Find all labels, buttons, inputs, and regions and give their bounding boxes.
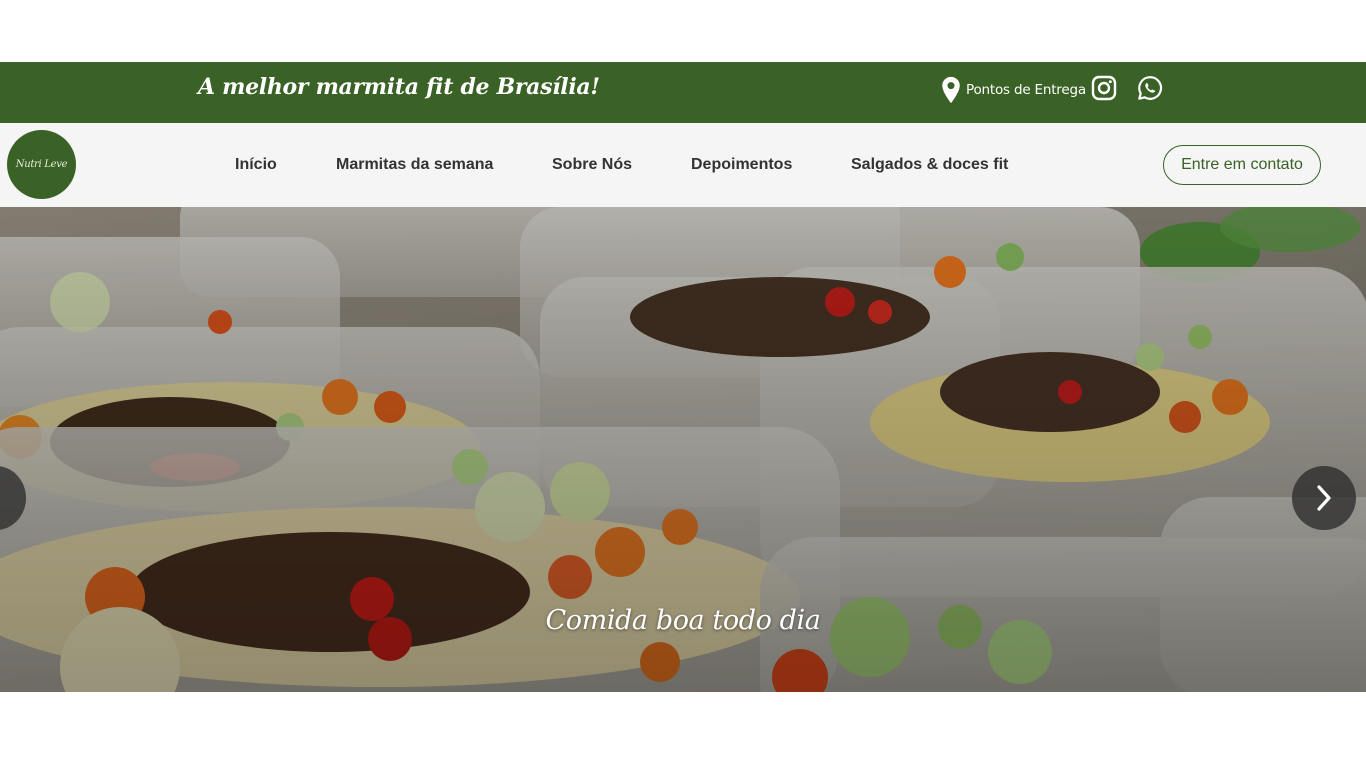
page: A melhor marmita fit de Brasília! Pontos… — [0, 0, 1366, 768]
main-navbar: Nutri Leve Início Marmitas da semana Sob… — [0, 123, 1366, 207]
nav-item-depoimentos[interactable]: Depoimentos — [691, 156, 792, 174]
hero-caption: Comida boa todo dia — [545, 605, 821, 636]
instagram-icon — [1091, 75, 1117, 101]
delivery-points-label: Pontos de Entrega — [966, 82, 1086, 98]
chevron-right-icon — [1317, 485, 1331, 511]
logo-text: Nutri Leve — [15, 159, 68, 170]
instagram-link[interactable] — [1091, 75, 1117, 101]
next-slide-button[interactable] — [1292, 466, 1356, 530]
nav-item-inicio[interactable]: Início — [235, 156, 277, 174]
top-banner: A melhor marmita fit de Brasília! Pontos… — [0, 62, 1366, 123]
whatsapp-link[interactable] — [1137, 75, 1163, 101]
contact-button[interactable]: Entre em contato — [1163, 145, 1321, 185]
hero-slider: Comida boa todo dia — [0, 207, 1366, 692]
map-pin-icon — [942, 76, 960, 104]
delivery-points-link[interactable]: Pontos de Entrega — [940, 76, 1086, 104]
whatsapp-icon — [1138, 76, 1163, 100]
nav-item-sobre[interactable]: Sobre Nós — [552, 156, 632, 174]
tagline: A melhor marmita fit de Brasília! — [198, 74, 600, 100]
brand-logo[interactable]: Nutri Leve — [7, 130, 76, 199]
nav-item-salgados[interactable]: Salgados & doces fit — [851, 156, 1008, 174]
nav-item-marmitas[interactable]: Marmitas da semana — [336, 156, 493, 174]
